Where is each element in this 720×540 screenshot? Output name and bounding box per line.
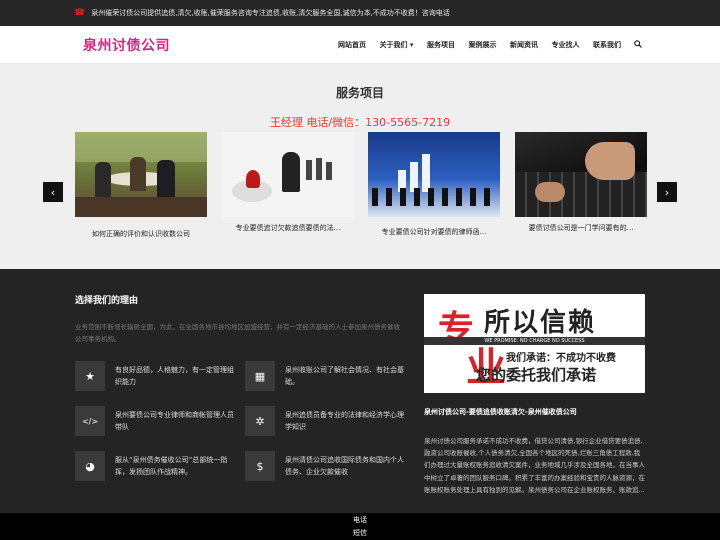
card-caption[interactable]: 专业要债公司针对要债的律师函...	[368, 227, 500, 237]
card-caption[interactable]: 专业要债追讨欠款追债要债的法...	[222, 223, 354, 233]
ad-promise: 我们承诺：不成功不收费	[506, 353, 616, 364]
top-bar-text: 泉州催荣讨债公司提供追债,清欠,收账,催荣服务咨询专注追债,收账,清欠服务全国,…	[91, 9, 450, 17]
footer-call-link[interactable]: 电话	[0, 514, 720, 527]
footer-bar: 电话 短信	[0, 513, 720, 540]
why-us-section: 选择我们的理由 业务范围不断增长辐射全国，为此，在全国各地市县均地区加盟经营，并…	[0, 269, 720, 513]
service-card[interactable]: 专业要债公司针对要债的律师函...	[368, 132, 500, 237]
top-bar: ☎ 泉州催荣讨债公司提供追债,清欠,收账,催荣服务咨询专注追债,收账,清欠服务全…	[0, 0, 720, 26]
feature-item: ▦ 泉州收账公司了解社会情况、有社会基础。	[245, 361, 405, 391]
calendar-icon: ▦	[245, 361, 275, 391]
code-icon: </>	[75, 406, 105, 436]
footer-sms-link[interactable]: 短信	[0, 527, 720, 540]
services-section: 服务项目 王经理 电话/微信：130-5565-7219 ‹ › 如何正确的评价…	[0, 64, 720, 269]
header-nav: 泉州讨债公司 网站首页 关于我们 ▾ 服务项目 案例展示 新闻资讯 专业找人 联…	[0, 26, 720, 64]
promise-banner-image[interactable]: 专 所以信赖 WE PROMISE: NO CHARGE NO SUCCESS …	[424, 294, 645, 393]
service-card[interactable]: 专业要债追讨欠款追债要债的法...	[222, 132, 354, 233]
ad-text: 泉州讨债公司服务承诺不成功不收费，借贷公司清债,银行企业借贷要债追债,融资公司收…	[424, 437, 645, 494]
ad-line-1: 所以信赖	[484, 308, 597, 338]
feature-text: 泉州收账公司了解社会情况、有社会基础。	[285, 366, 404, 386]
card-caption[interactable]: 要债讨债公司是一门学问要有的...	[515, 223, 647, 233]
meeting-photo	[75, 132, 207, 217]
feature-text: 泉州追债员备专业的法律和经济学心理学知识	[285, 411, 404, 431]
contact-phone: 王经理 电话/微信：130-5565-7219	[269, 116, 451, 129]
ad-line-2: 您的委托我们承诺	[476, 366, 597, 384]
nav-item-services[interactable]: 服务项目	[427, 40, 455, 50]
feature-text: 有良好品德，人格魅力，有一定管理组织能力	[115, 366, 234, 386]
nav-item-home[interactable]: 网站首页	[338, 40, 366, 50]
ad-title[interactable]: 泉州讨债公司-要债追债收账清欠-泉州催收债公司	[424, 407, 577, 417]
search-icon[interactable]	[634, 40, 643, 50]
feature-text: 泉州清债公司追收国际债务和国内个人债务、企业欠款催收	[285, 456, 404, 476]
nav-item-about[interactable]: 关于我们 ▾	[380, 40, 414, 50]
phone-icon: ☎	[74, 8, 86, 18]
service-card[interactable]: 要债讨债公司是一门学问要有的...	[515, 132, 647, 233]
section-title: 服务项目	[335, 86, 384, 100]
feature-item: </> 泉州要债公司专业律师和商帐管理人员带队	[75, 406, 235, 436]
service-card[interactable]: 如何正确的评价和认识收数公司	[75, 132, 207, 239]
business-chart-photo	[368, 132, 500, 217]
feature-item: ★ 有良好品德，人格魅力，有一定管理组织能力	[75, 361, 235, 391]
gear-icon: ✲	[245, 406, 275, 436]
nav-item-find-people[interactable]: 专业找人	[551, 40, 579, 50]
keyboard-photo	[515, 132, 647, 217]
globe-icon: ◕	[75, 451, 105, 481]
feature-item: ✲ 泉州追债员备专业的法律和经济学心理学知识	[245, 406, 405, 436]
feature-text: 服从“泉州债务催收公司”总部统一指挥，发扬团队作战精神。	[115, 456, 228, 476]
chess-pieces-photo	[222, 132, 354, 217]
feature-item: $ 泉州清债公司追收国际债务和国内个人债务、企业欠款催收	[245, 451, 405, 481]
card-caption[interactable]: 如何正确的评价和认识收数公司	[75, 229, 207, 239]
why-us-title: 选择我们的理由	[75, 296, 139, 306]
carousel-next-button[interactable]: ›	[657, 182, 677, 202]
carousel-prev-button[interactable]: ‹	[43, 182, 63, 202]
main-menu: 网站首页 关于我们 ▾ 服务项目 案例展示 新闻资讯 专业找人 联系我们	[338, 26, 643, 64]
nav-item-contact[interactable]: 联系我们	[593, 40, 621, 50]
star-icon: ★	[75, 361, 105, 391]
site-logo[interactable]: 泉州讨债公司	[83, 35, 170, 55]
nav-item-news[interactable]: 新闻资讯	[510, 40, 538, 50]
nav-item-cases[interactable]: 案例展示	[468, 40, 496, 50]
feature-item: ◕ 服从“泉州债务催收公司”总部统一指挥，发扬团队作战精神。	[75, 451, 235, 481]
feature-text: 泉州要债公司专业律师和商帐管理人员带队	[115, 411, 234, 431]
ad-banner-strip: WE PROMISE: NO CHARGE NO SUCCESS	[424, 337, 645, 345]
money-icon: $	[245, 451, 275, 481]
why-us-description: 业务范围不断增长辐射全国，为此，在全国各地市县均地区加盟经营，并有一定经济基础的…	[75, 323, 400, 343]
